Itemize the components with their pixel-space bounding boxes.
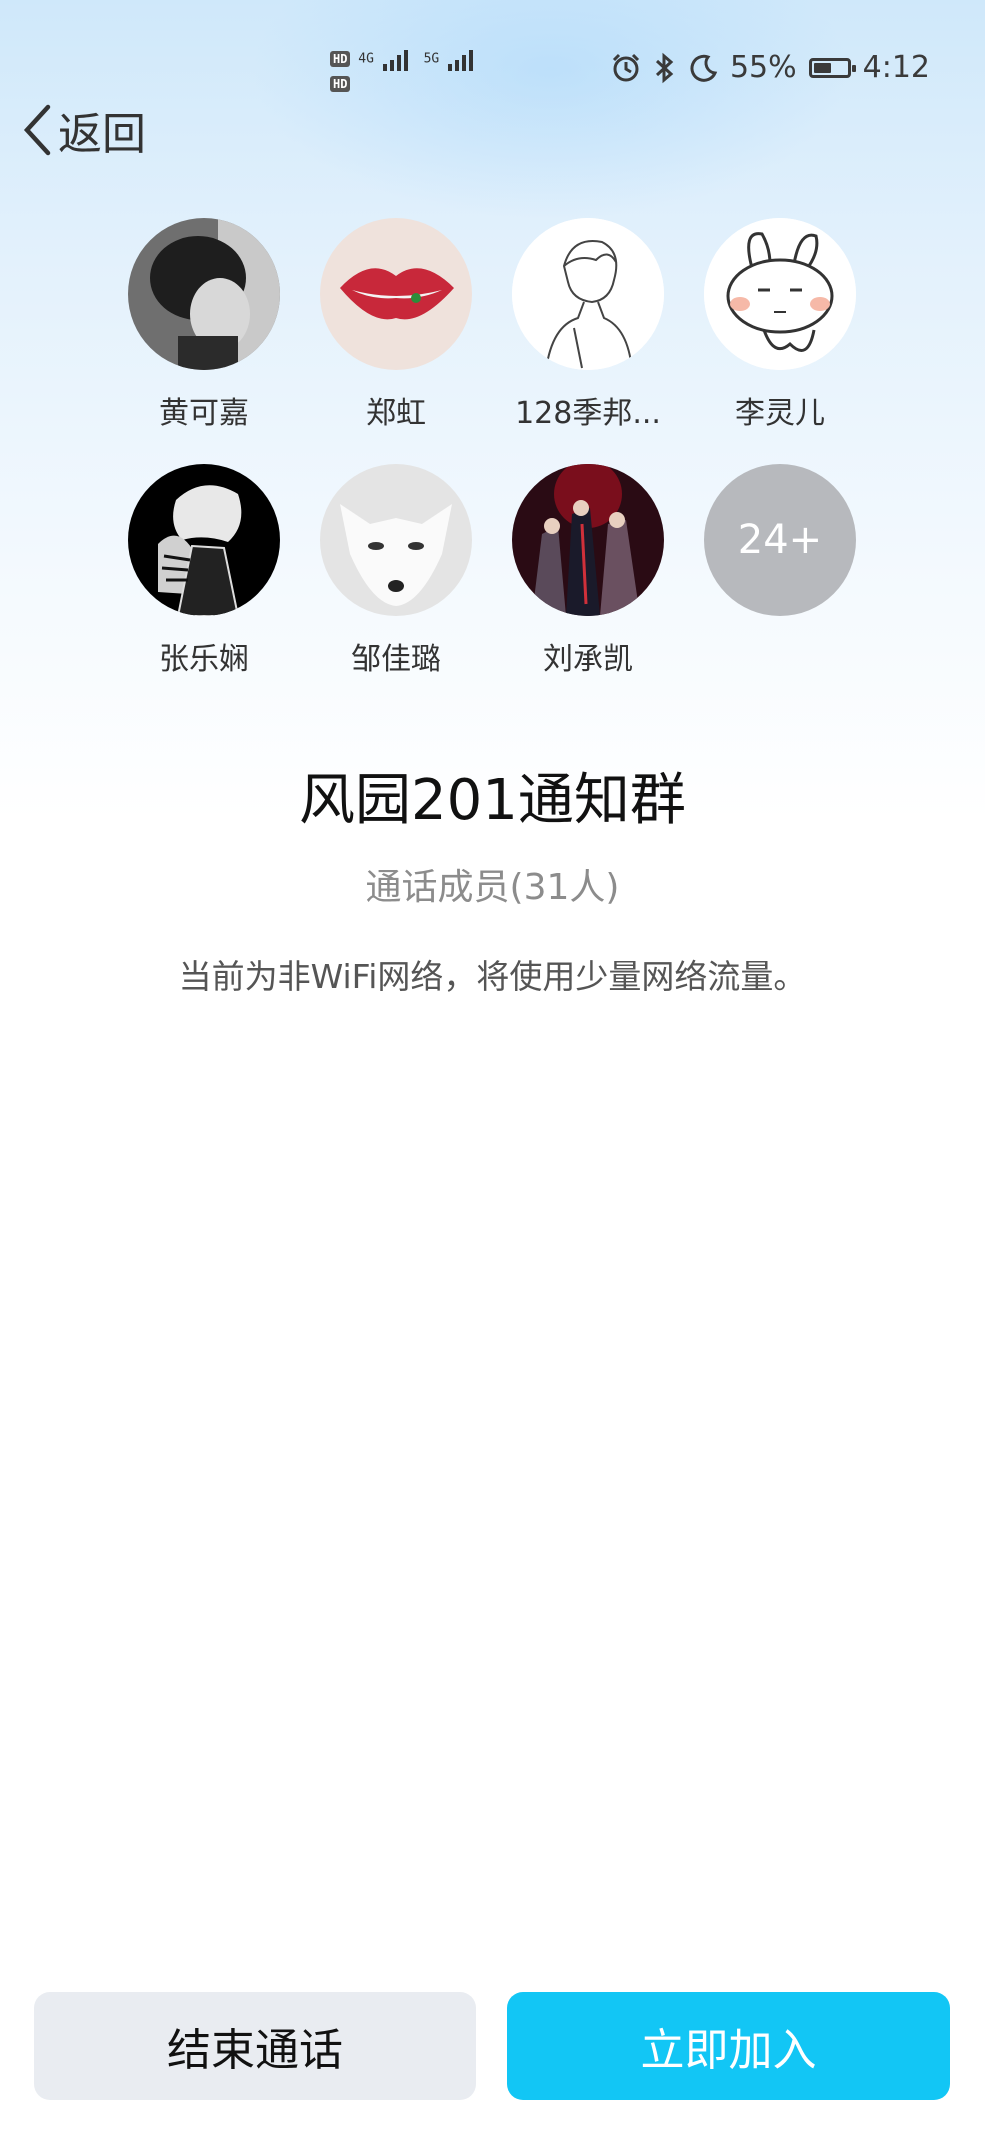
- network-type-2: 5G: [423, 51, 440, 67]
- member-item[interactable]: 张乐娴: [128, 464, 280, 678]
- more-members-count: 24+: [704, 464, 856, 616]
- avatar: [512, 464, 664, 616]
- avatar: [704, 218, 856, 370]
- status-right: 55% 4:12: [610, 50, 930, 85]
- avatar-manga-image: [128, 464, 280, 616]
- group-title: 风园201通知群: [299, 768, 686, 833]
- member-item[interactable]: 128季邦...: [512, 218, 664, 432]
- end-call-button[interactable]: 结束通话: [34, 1992, 476, 2100]
- alarm-icon: [612, 53, 639, 81]
- call-members-count[interactable]: 通话成员(31人): [0, 858, 985, 910]
- clock: 4:12: [862, 50, 930, 85]
- avatar: [320, 218, 472, 370]
- member-name: 邹佳璐: [351, 642, 441, 677]
- avatar: [320, 464, 472, 616]
- network-indicators: HD 4G 5G HD: [330, 46, 481, 92]
- member-name: 128季邦...: [515, 396, 661, 431]
- battery-icon: [808, 57, 856, 78]
- moon-icon: [690, 54, 718, 82]
- member-name: 李灵儿: [735, 396, 825, 431]
- back-label: 返回: [58, 109, 146, 160]
- more-members[interactable]: 24+: [704, 464, 856, 616]
- chevron-left-icon: [23, 104, 51, 156]
- avatar: [128, 464, 280, 616]
- member-item[interactable]: 黄可嘉: [128, 218, 280, 432]
- hd-badge-2: HD: [330, 76, 351, 92]
- avatar-lips-image: [320, 218, 472, 370]
- avatar-sketch-image: [512, 218, 664, 370]
- status-bar: HD 4G 5G HD 55% 4:12: [0, 0, 985, 140]
- avatar-rabbit-image: [704, 218, 856, 370]
- avatar: [512, 218, 664, 370]
- signal-icon-1: [382, 50, 408, 71]
- avatar-anime-image: [512, 464, 664, 616]
- member-name: 刘承凯: [543, 642, 633, 677]
- avatar: [128, 218, 280, 370]
- member-item[interactable]: 郑虹: [320, 218, 472, 432]
- member-item[interactable]: 刘承凯: [512, 464, 664, 678]
- avatar-fox-image: [320, 464, 472, 616]
- bluetooth-icon: [655, 52, 674, 83]
- network-type-1: 4G: [358, 51, 374, 67]
- member-name: 郑虹: [366, 396, 426, 431]
- network-notice: 当前为非WiFi网络，将使用少量网络流量。: [178, 957, 807, 996]
- member-name: 黄可嘉: [159, 396, 249, 431]
- member-name: 张乐娴: [159, 642, 249, 677]
- back-button[interactable]: 返回: [22, 98, 146, 162]
- avatar-portrait-image: [128, 218, 280, 370]
- battery-percent: 55%: [729, 50, 797, 85]
- battery-fill: [813, 62, 832, 73]
- signal-icon-2: [448, 50, 474, 71]
- join-now-button[interactable]: 立即加入: [507, 1992, 950, 2100]
- hd-badge-1: HD: [330, 50, 351, 67]
- member-item[interactable]: 邹佳璐: [320, 464, 472, 678]
- member-item[interactable]: 李灵儿: [704, 218, 856, 432]
